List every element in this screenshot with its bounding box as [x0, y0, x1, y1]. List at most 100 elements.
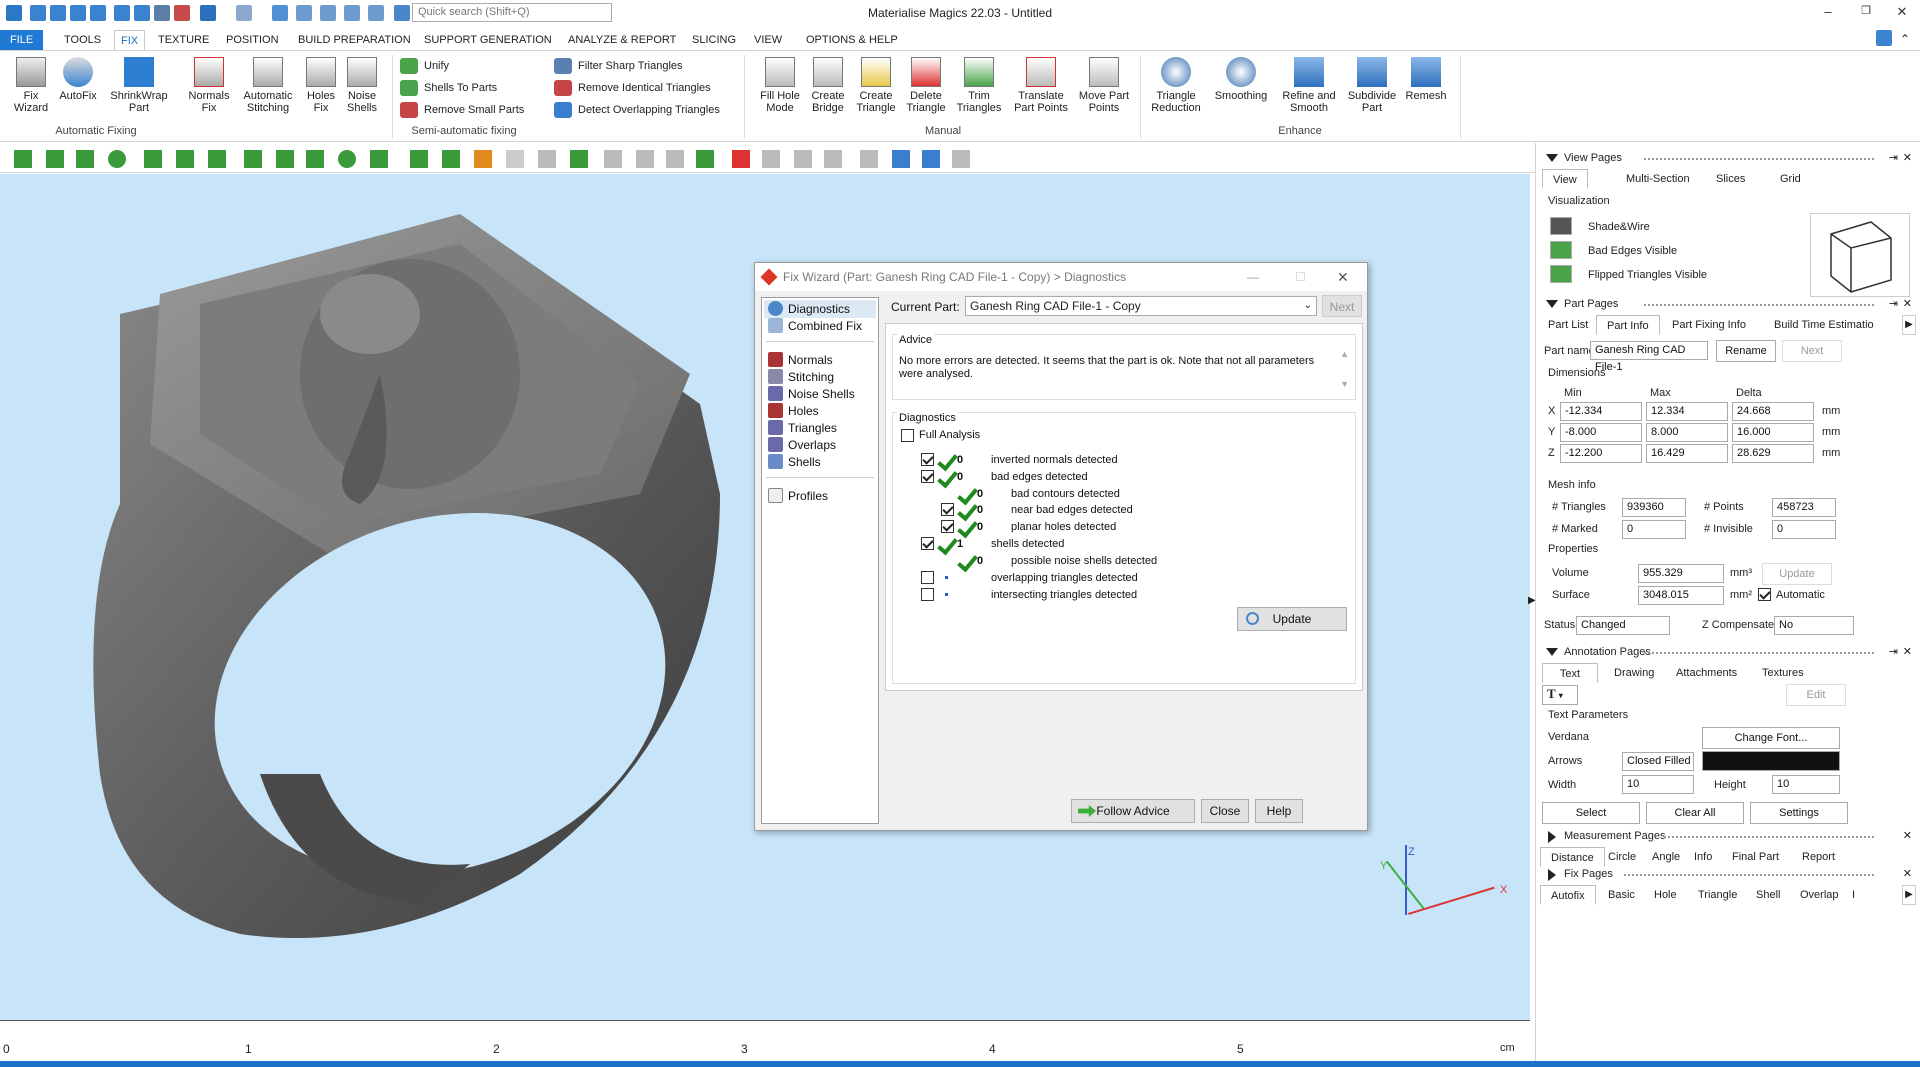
- tab-fix[interactable]: FIX: [114, 30, 146, 50]
- edge-tool-1-icon[interactable]: [604, 150, 622, 168]
- step-diagnostics[interactable]: Diagnostics: [768, 300, 850, 318]
- tab-part-fixing-info[interactable]: Part Fixing Info: [1662, 315, 1756, 335]
- filter-sharp-triangles-button[interactable]: Filter Sharp Triangles: [552, 57, 683, 75]
- tab-view[interactable]: VIEW: [748, 30, 788, 50]
- shells-to-parts-button[interactable]: Shells To Parts: [398, 79, 497, 97]
- subdivide-part-button[interactable]: Subdivide Part: [1344, 57, 1400, 114]
- save-as-icon[interactable]: [90, 5, 106, 21]
- step-noise-shells[interactable]: Noise Shells: [768, 385, 855, 403]
- close-dialog-button[interactable]: Close: [1201, 799, 1249, 823]
- y-max-field[interactable]: 8.000: [1646, 423, 1728, 442]
- overlapping-checkbox[interactable]: [921, 571, 934, 584]
- step-profiles[interactable]: Profiles: [768, 487, 828, 505]
- scroll-up-icon[interactable]: ▲: [1340, 349, 1349, 359]
- step-stitching[interactable]: Stitching: [768, 368, 834, 386]
- pin-icon[interactable]: ⇥: [1889, 149, 1898, 167]
- noise-shells-button[interactable]: Noise Shells: [344, 57, 380, 114]
- step-holes[interactable]: Holes: [768, 402, 819, 420]
- create-triangle-button[interactable]: Create Triangle: [852, 57, 900, 114]
- scroll-down-icon[interactable]: ▼: [1340, 379, 1349, 389]
- detect-overlapping-triangles-button[interactable]: Detect Overlapping Triangles: [552, 101, 720, 119]
- pin-icon[interactable]: ⇥: [1889, 295, 1898, 313]
- save-all-icon[interactable]: [154, 5, 170, 21]
- close-panel-icon[interactable]: ✕: [1903, 827, 1912, 845]
- close-panel-icon[interactable]: ✕: [1903, 865, 1912, 883]
- pin-icon[interactable]: ⇥: [1889, 643, 1898, 661]
- tab-shell[interactable]: Shell: [1746, 885, 1790, 905]
- tab-scroll-right-icon[interactable]: ▶: [1902, 315, 1916, 335]
- near-bad-edges-checkbox[interactable]: [941, 503, 954, 516]
- automatic-stitching-button[interactable]: Automatic Stitching: [238, 57, 298, 114]
- tab-drawing[interactable]: Drawing: [1604, 663, 1664, 683]
- bad-edges-visible-icon[interactable]: [1550, 241, 1572, 259]
- remove-small-parts-button[interactable]: Remove Small Parts: [398, 101, 524, 119]
- current-part-select[interactable]: Ganesh Ring CAD File-1 - Copy ⌄: [965, 296, 1317, 316]
- tab-final-part[interactable]: Final Part: [1722, 847, 1789, 867]
- edge-tool-10-icon[interactable]: [922, 150, 940, 168]
- bad-edges-checkbox[interactable]: [921, 470, 934, 483]
- tab-file[interactable]: FILE: [0, 30, 44, 50]
- arrow-color-swatch[interactable]: [1702, 751, 1840, 771]
- step-shells[interactable]: Shells: [768, 453, 821, 471]
- annotation-pages-header[interactable]: Annotation Pages ⇥ ✕: [1544, 643, 1914, 661]
- restore-button[interactable]: ❐: [1858, 4, 1874, 17]
- settings-button[interactable]: Settings: [1750, 802, 1848, 824]
- zoom-icon[interactable]: [296, 5, 312, 21]
- edge-tool-11-icon[interactable]: [952, 150, 970, 168]
- new-icon[interactable]: [30, 5, 46, 21]
- tab-textures[interactable]: Textures: [1752, 663, 1814, 683]
- height-stepper[interactable]: 10: [1772, 775, 1840, 794]
- view-cube[interactable]: [1810, 213, 1910, 297]
- tab-tools[interactable]: TOOLS: [58, 30, 107, 50]
- x-min-field[interactable]: -12.334: [1560, 402, 1642, 421]
- update-button[interactable]: Update: [1237, 607, 1347, 631]
- edge-tool-6-icon[interactable]: [794, 150, 812, 168]
- hide-marked-icon[interactable]: [506, 150, 524, 168]
- mark-triangle-icon[interactable]: [14, 150, 32, 168]
- tab-slicing[interactable]: SLICING: [686, 30, 742, 50]
- tab-slices[interactable]: Slices: [1706, 169, 1755, 189]
- trim-triangles-button[interactable]: Trim Triangles: [952, 57, 1006, 114]
- mark-contour-icon[interactable]: [144, 150, 162, 168]
- mark-all-icon[interactable]: [410, 150, 428, 168]
- shrink-marking-icon[interactable]: [276, 150, 294, 168]
- text-tool-select[interactable]: T ▾: [1542, 685, 1578, 705]
- save-icon[interactable]: [70, 5, 86, 21]
- mark-shell-icon[interactable]: [108, 150, 126, 168]
- tab-support-generation[interactable]: SUPPORT GENERATION: [418, 30, 558, 50]
- full-analysis-checkbox[interactable]: [901, 429, 914, 442]
- invisible-field[interactable]: 0: [1772, 520, 1836, 539]
- move-part-points-button[interactable]: Move Part Points: [1076, 57, 1132, 114]
- mark-lasso-icon[interactable]: [208, 150, 226, 168]
- fix-wizard-button[interactable]: Fix Wizard: [10, 57, 52, 114]
- tab-basic[interactable]: Basic: [1598, 885, 1645, 905]
- measurement-pages-header[interactable]: Measurement Pages ✕: [1544, 827, 1914, 845]
- mark-wave-icon[interactable]: [370, 150, 388, 168]
- delete-triangle-button[interactable]: Delete Triangle: [902, 57, 950, 114]
- tab-options-help[interactable]: OPTIONS & HELP: [800, 30, 904, 50]
- z-delta-field[interactable]: 28.629: [1732, 444, 1814, 463]
- change-font-button[interactable]: Change Font...: [1702, 727, 1840, 749]
- follow-advice-button[interactable]: Follow Advice: [1071, 799, 1195, 823]
- mark-sphere-icon[interactable]: [338, 150, 356, 168]
- marked-field[interactable]: 0: [1622, 520, 1686, 539]
- shells-checkbox[interactable]: [921, 537, 934, 550]
- tab-triangle[interactable]: Triangle: [1688, 885, 1747, 905]
- tab-report[interactable]: Report: [1792, 847, 1845, 867]
- next-button[interactable]: Next: [1322, 295, 1362, 317]
- autofix-button[interactable]: AutoFix: [56, 57, 100, 102]
- view-pages-header[interactable]: View Pages ⇥ ✕: [1544, 149, 1914, 167]
- tab-angle[interactable]: Angle: [1642, 847, 1690, 867]
- part-name-select[interactable]: Ganesh Ring CAD File-1: [1590, 341, 1708, 373]
- tab-text[interactable]: Text: [1542, 663, 1598, 683]
- arrows-select[interactable]: Closed Filled: [1622, 752, 1694, 771]
- width-stepper[interactable]: 10: [1622, 775, 1694, 794]
- tab-build-time-estimation[interactable]: Build Time Estimatio: [1764, 315, 1892, 335]
- edge-tool-8-icon[interactable]: [860, 150, 878, 168]
- zoom-selection-icon[interactable]: [368, 5, 384, 21]
- intersecting-checkbox[interactable]: [921, 588, 934, 601]
- tab-build-preparation[interactable]: BUILD PREPARATION: [292, 30, 417, 50]
- unify-button[interactable]: Unify: [398, 57, 449, 75]
- tab-view[interactable]: View: [1542, 169, 1588, 189]
- triangle-reduction-button[interactable]: Triangle Reduction: [1148, 57, 1204, 114]
